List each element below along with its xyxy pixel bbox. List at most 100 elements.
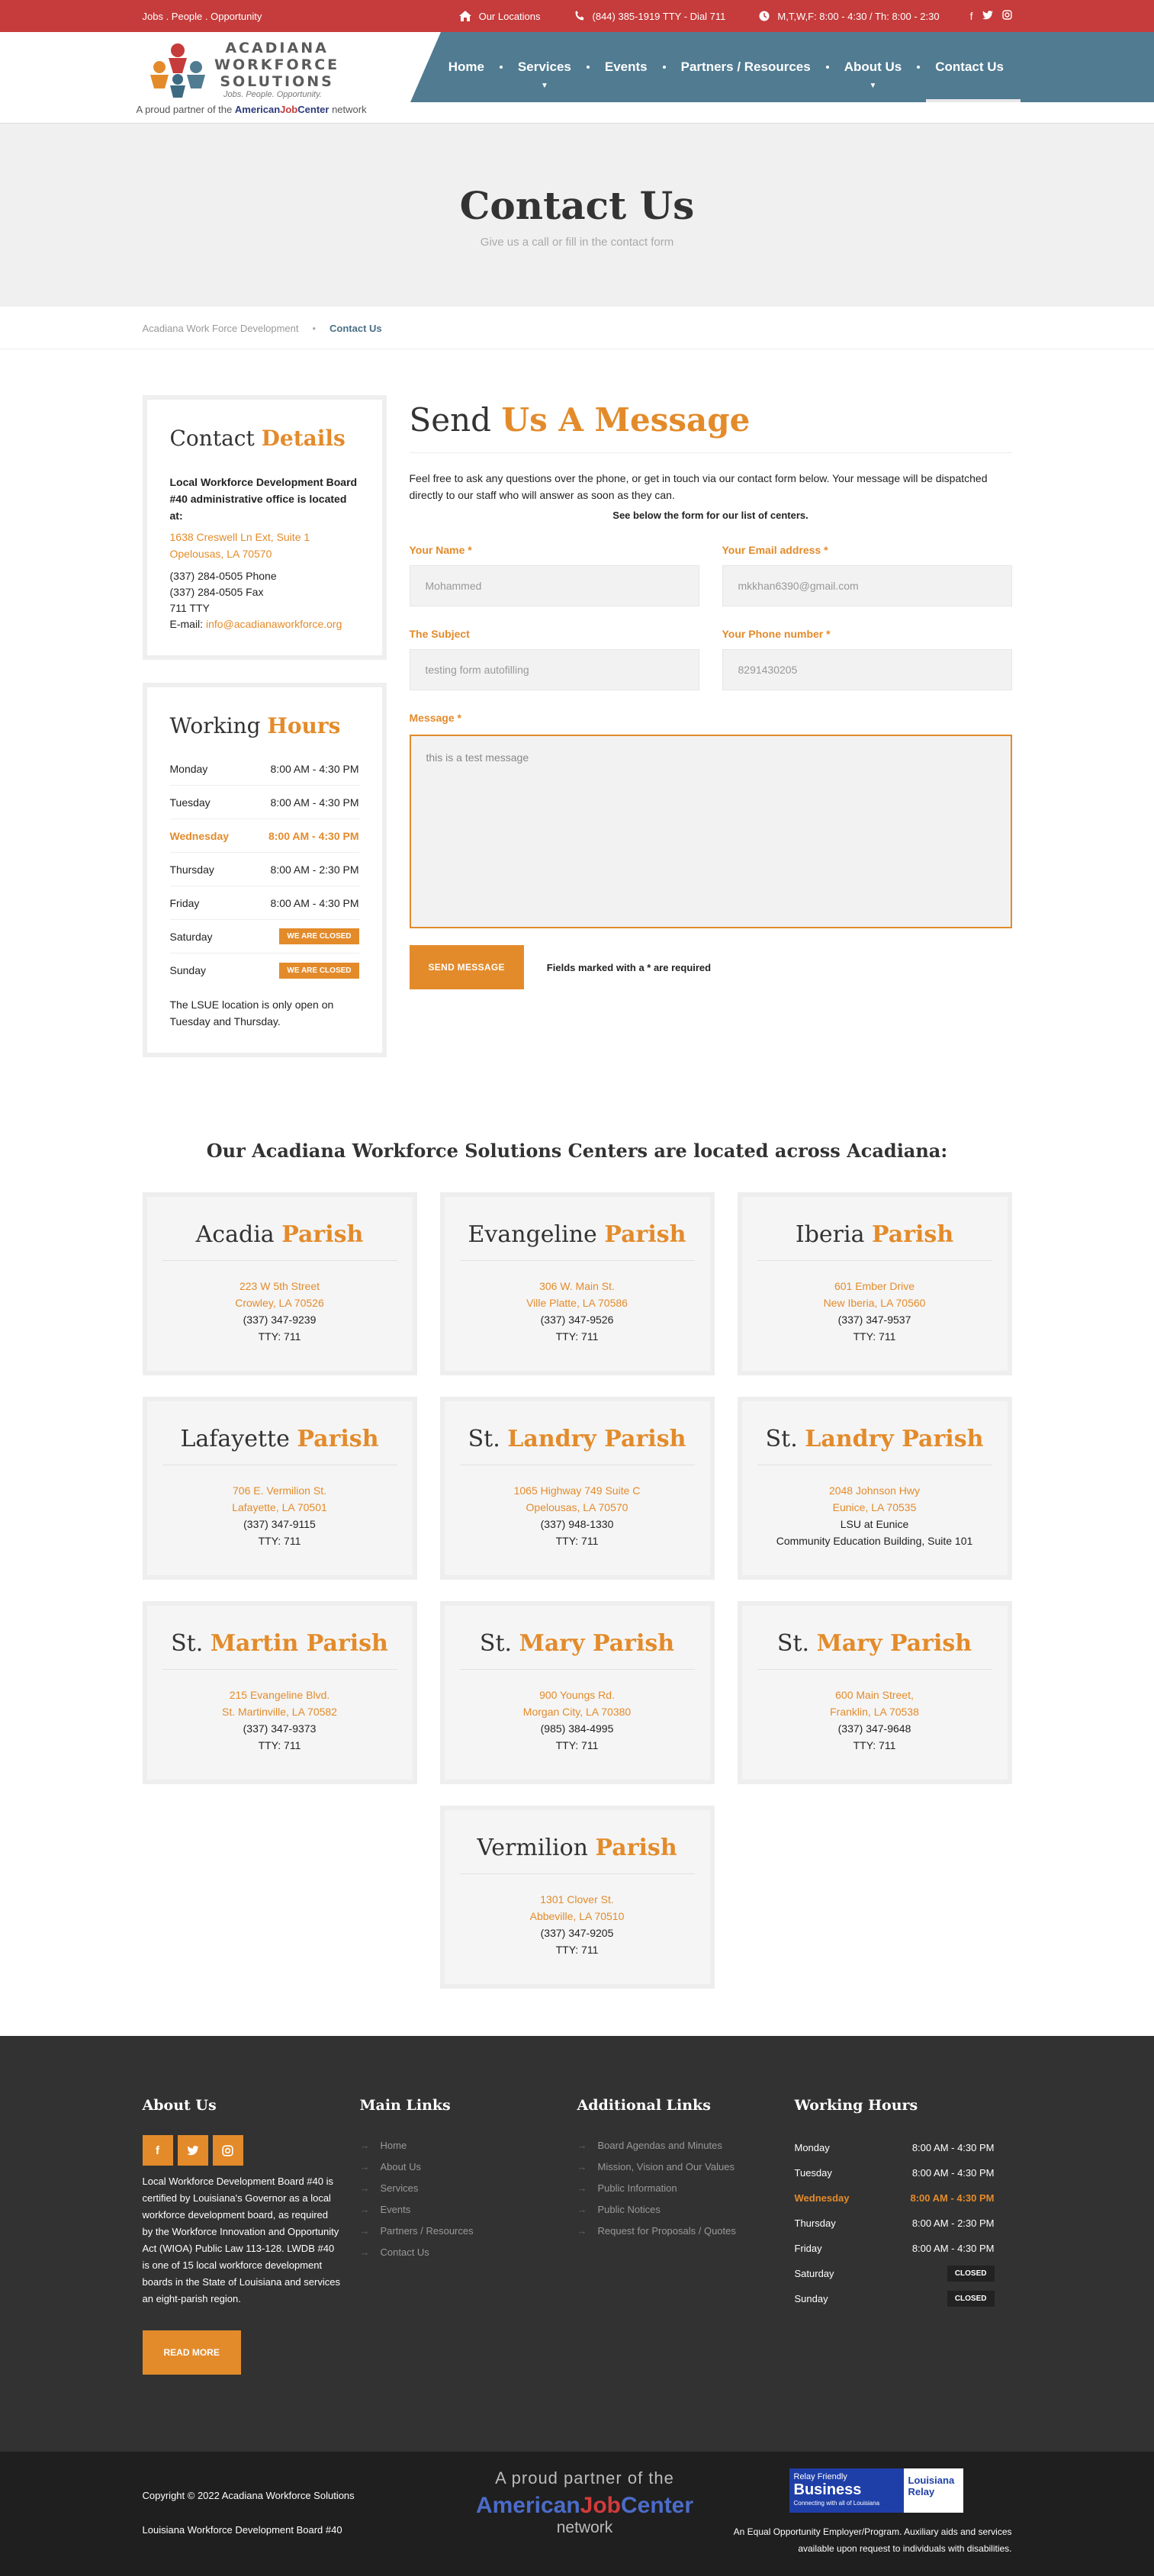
footer-hours-row: Thursday 8:00 AM - 2:30 PM [794,2217,995,2229]
read-more-button[interactable]: READ MORE [142,2330,241,2375]
working-hours-title: Working Hours [169,713,341,738]
contact-email-row: E-mail: info@acadianaworkforce.org [169,618,342,630]
breadcrumb-separator: • [312,322,317,334]
location-address[interactable]: 2048 Johnson Hwy Eunice, LA 70535 [742,1482,1008,1516]
form-see-below: See below the form for our list of cente… [612,510,808,521]
footer-hours: Working Hours Monday 8:00 AM - 4:30 PM Tu… [795,2097,1012,2375]
location-title: Evangeline Parish [459,1221,695,1261]
email-input[interactable]: mkkhan6390@gmail.com [722,565,1012,606]
location-address[interactable]: 223 W 5th Street Crowley, LA 70526 [147,1278,413,1311]
nav-events[interactable]: Events [586,32,664,102]
footer-link[interactable]: → About Us [360,2156,577,2178]
contact-email-link[interactable]: info@acadianaworkforce.org [206,618,342,630]
location-address[interactable]: 1301 Clover St. Abbeville, LA 70510 [445,1891,710,1925]
page-subtitle: Give us a call or fill in the contact fo… [480,236,674,249]
topbar-phone[interactable]: (844) 385-1919 TTY - Dial 711 [574,11,725,22]
instagram-icon[interactable] [1001,10,1012,22]
form-title: Send Us A Message [409,401,1012,453]
subject-input[interactable]: testing form autofilling [409,649,699,690]
relay-friendly-logo[interactable]: Relay Friendly Business Connecting with al… [789,2468,963,2513]
hours-note: The LSUE location is only open on Tuesda… [169,999,334,1028]
message-textarea[interactable]: this is a test message [409,735,1012,928]
arrow-right-icon: → [359,2182,370,2194]
location-address[interactable]: 601 Ember Drive New Iberia, LA 70560 [742,1278,1008,1311]
page-title: Contact Us [459,183,695,228]
contact-address[interactable]: 1638 Creswell Ln Ext, Suite 1 Opelousas,… [170,529,359,562]
location-title: St. Landry Parish [757,1426,992,1465]
locations-link[interactable]: Our Locations [458,11,541,22]
required-note: Fields marked with a * are required [546,961,712,973]
chevron-down-icon: ▼ [869,82,877,90]
closed-badge: CLOSED [947,2266,995,2282]
ajc-network-logo[interactable]: A proud partner of the AmericanJobCenter… [471,2468,699,2537]
breadcrumb-home[interactable]: Acadiana Work Force Development [143,323,299,334]
partner-strip: A proud partner of the AmericanJobCenter… [0,102,1154,124]
footer-link[interactable]: → Services [360,2178,577,2199]
hours-row: Monday 8:00 AM - 4:30 PM [169,752,359,786]
nav-contact[interactable]: Contact Us [917,32,1021,102]
arrow-right-icon: → [359,2246,370,2258]
arrow-right-icon: → [359,2225,370,2237]
facebook-icon[interactable]: f [970,10,973,22]
footer-link[interactable]: → Public Information [577,2178,795,2199]
nav-partners[interactable]: Partners / Resources [662,32,828,102]
footer-link[interactable]: → Contact Us [360,2242,577,2263]
location-card: Vermilion Parish 1301 Clover St. Abbeville… [439,1806,715,1989]
footer-link[interactable]: → Home [360,2135,577,2156]
instagram-icon[interactable] [212,2135,243,2166]
hours-row: Tuesday 8:00 AM - 4:30 PM [169,786,359,819]
clock-icon [759,11,770,21]
main-nav: Home Services ▼ Events Partners / Resourc… [432,32,1021,102]
logo-text: ACADIANA WORKFORCE SOLUTIONS [214,40,340,90]
location-address[interactable]: 900 Youngs Rd. Morgan City, LA 70380 [445,1687,710,1720]
nav-home[interactable]: Home [432,32,501,102]
facebook-icon[interactable]: f [142,2135,173,2166]
location-card: St. Landry Parish 1065 Highway 749 Suite … [439,1397,715,1580]
hours-row-today: Wednesday 8:00 AM - 4:30 PM [169,819,359,853]
closed-badge: WE ARE CLOSED [279,962,359,979]
hours-row: Friday 8:00 AM - 4:30 PM [169,886,359,920]
site-logo[interactable]: ACADIANA WORKFORCE SOLUTIONS Jobs. Peopl… [147,35,337,101]
arrow-right-icon: → [359,2161,370,2172]
logo-subtitle: Jobs. People. Opportunity. [223,90,322,99]
send-message-button[interactable]: SEND MESSAGE [409,945,524,989]
contact-fax: (337) 284-0505 Fax [169,586,264,598]
phone-input[interactable]: 8291430205 [722,649,1012,690]
twitter-icon[interactable] [177,2135,208,2166]
location-address[interactable]: 1065 Highway 749 Suite C Opelousas, LA 70… [445,1482,710,1516]
tagline: Jobs . People . Opportunity [142,10,262,22]
footer-link[interactable]: → Request for Proposals / Quotes [577,2221,795,2242]
location-card: St. Mary Parish 900 Youngs Rd. Morgan City… [439,1601,715,1784]
name-input[interactable]: Mohammed [409,565,699,606]
location-title: St. Mary Parish [757,1630,992,1670]
sidebar: Contact Details Local Workforce Developm… [142,395,387,1080]
footer-link[interactable]: → Public Notices [577,2199,795,2221]
footer-link[interactable]: → Mission, Vision and Our Values [577,2156,795,2178]
location-title: St. Martin Parish [162,1630,397,1670]
footer-additional-links: Additional Links → Board Agendas and Minu… [577,2097,795,2375]
footer-link[interactable]: → Partners / Resources [360,2221,577,2242]
location-address[interactable]: 215 Evangeline Blvd. St. Martinville, LA … [147,1687,413,1720]
twitter-icon[interactable] [982,10,993,22]
nav-about[interactable]: About Us ▼ [825,32,919,102]
main-content: Contact Details Local Workforce Developm… [0,349,1154,1989]
footer-hours-row: Sunday CLOSED [795,2286,995,2311]
footer-hours-row: Saturday CLOSED [795,2261,995,2286]
arrow-right-icon: → [577,2225,587,2237]
subject-label: The Subject [409,628,470,640]
footer-hours-row: Friday 8:00 AM - 4:30 PM [794,2243,995,2254]
board-name: Louisiana Workforce Development Board #4… [142,2524,342,2536]
location-title: Lafayette Parish [162,1426,397,1465]
closed-badge: CLOSED [947,2291,995,2307]
closed-badge: WE ARE CLOSED [279,928,359,944]
location-address[interactable]: 306 W. Main St. Ville Platte, LA 70586 [445,1278,710,1311]
nav-services[interactable]: Services ▼ [499,32,588,102]
breadcrumb-current: Contact Us [329,322,382,334]
contact-intro: Local Workforce Development Board #40 ad… [169,476,358,522]
location-address[interactable]: 600 Main Street, Franklin, LA 70538 [742,1687,1008,1720]
footer-link[interactable]: → Board Agendas and Minutes [577,2135,795,2156]
ajc-partner-logo: A proud partner of the AmericanJobCenter… [136,104,367,115]
footer-link[interactable]: → Events [360,2199,577,2221]
hours-row: Saturday WE ARE CLOSED [169,920,359,954]
location-address[interactable]: 706 E. Vermilion St. Lafayette, LA 70501 [147,1482,413,1516]
